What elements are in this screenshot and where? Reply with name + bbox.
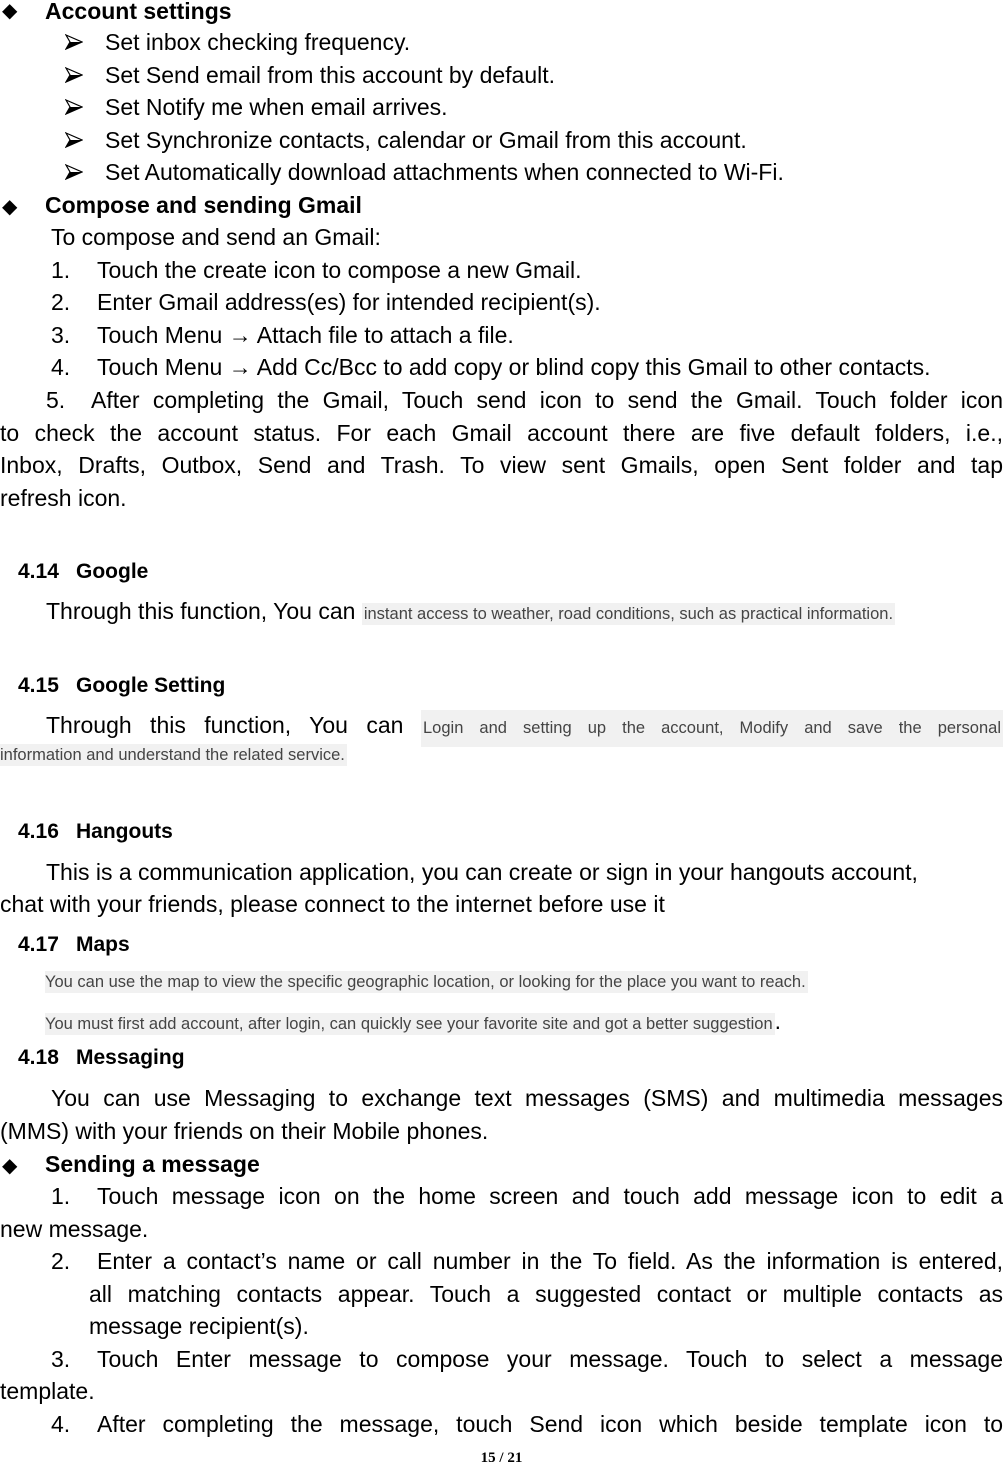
step-number: 4.: [51, 1411, 71, 1437]
compose-intro: To compose and send an Gmail:: [51, 224, 381, 250]
step-number: 1.: [51, 1183, 71, 1209]
section-number: 4.16: [18, 820, 59, 843]
step-text: all matching contacts appear. Touch a su…: [89, 1281, 1003, 1307]
step-text: Inbox, Drafts, Outbox, Send and Trash. T…: [0, 452, 1003, 478]
google-setting-highlight: Login and setting up the account, Modify…: [421, 710, 1003, 747]
compose-heading: Compose and sending Gmail: [45, 192, 362, 218]
messaging-text: You can use Messaging to exchange text m…: [51, 1085, 1003, 1111]
maps-highlight: You must first add account, after login,…: [45, 1013, 775, 1035]
arrow-bullet-icon: [64, 98, 84, 120]
sending-heading: Sending a message: [45, 1151, 260, 1177]
section-title: Hangouts: [76, 820, 173, 843]
google-setting-description-line1: Through this function, You can Login and…: [46, 709, 1003, 747]
step-number: 3.: [51, 1346, 71, 1372]
step-text: Touch Menu → Add Cc/Bcc to add copy or b…: [97, 354, 931, 380]
section-number: 4.18: [18, 1046, 59, 1069]
step-text: to check the account status. For each Gm…: [0, 420, 1003, 446]
diamond-bullet-icon: ◆: [2, 0, 18, 22]
section-number: 4.17: [18, 933, 59, 956]
step-text: Touch the create icon to compose a new G…: [97, 257, 582, 283]
google-highlight: instant access to weather, road conditio…: [361, 603, 896, 625]
step-number: 2.: [51, 289, 71, 315]
arrow-bullet-icon: [64, 66, 84, 88]
messaging-text: (MMS) with your friends on their Mobile …: [0, 1118, 489, 1144]
google-setting-description-line2: information and understand the related s…: [0, 744, 347, 766]
step-text: Touch Menu → Attach file to attach a fil…: [97, 322, 514, 348]
step-number: 4.: [51, 354, 71, 380]
section-title: Google: [76, 560, 149, 583]
maps-highlight: You can use the map to view the specific…: [45, 971, 808, 993]
step-text: message recipient(s).: [89, 1313, 309, 1339]
maps-text-line2: You must first add account, after login,…: [45, 1008, 781, 1035]
hangouts-text: chat with your friends, please connect t…: [0, 891, 665, 917]
step-text: After completing the Gmail, Touch send i…: [91, 387, 1003, 413]
list-item: Set Synchronize contacts, calendar or Gm…: [105, 127, 747, 153]
google-lead: Through this function, You can: [46, 598, 356, 624]
step-text: refresh icon.: [0, 485, 127, 511]
maps-text-line1: You can use the map to view the specific…: [45, 971, 808, 993]
section-title: Maps: [76, 933, 130, 956]
section-number: 4.15: [18, 674, 59, 697]
step-number: 3.: [51, 322, 71, 348]
page-number: 15 / 21: [480, 1450, 523, 1466]
step-text: After completing the message, touch Send…: [97, 1411, 1003, 1437]
diamond-bullet-icon: ◆: [2, 1155, 18, 1177]
step-text: new message.: [0, 1216, 149, 1242]
step-text: Enter Gmail address(es) for intended rec…: [97, 289, 601, 315]
google-setting-lead: Through this function, You can: [46, 712, 404, 738]
step-text: Touch Enter message to compose your mess…: [97, 1346, 1003, 1372]
hangouts-text: This is a communication application, you…: [46, 859, 918, 885]
step-text: template.: [0, 1378, 95, 1404]
maps-period: .: [774, 1008, 782, 1034]
step-text: Touch message icon on the home screen an…: [97, 1183, 1003, 1209]
list-item: Set Send email from this account by defa…: [105, 62, 556, 88]
section-title: Google Setting: [76, 674, 226, 697]
step-number: 1.: [51, 257, 71, 283]
section-title: Messaging: [76, 1046, 185, 1069]
step-number: 2.: [51, 1248, 71, 1274]
account-settings-heading: Account settings: [45, 0, 232, 24]
diamond-bullet-icon: ◆: [2, 196, 18, 218]
section-number: 4.14: [18, 560, 59, 583]
step-number: 5.: [46, 387, 66, 413]
google-setting-highlight-cont: information and understand the related s…: [0, 744, 347, 766]
arrow-bullet-icon: [64, 131, 84, 153]
list-item: Set inbox checking frequency.: [105, 29, 411, 55]
list-item: Set Notify me when email arrives.: [105, 94, 448, 120]
list-item: Set Automatically download attachments w…: [105, 159, 784, 185]
arrow-bullet-icon: [64, 33, 84, 55]
arrow-bullet-icon: [64, 163, 84, 185]
step-text: Enter a contact’s name or call number in…: [97, 1248, 1003, 1274]
google-description: Through this function, You can instant a…: [46, 595, 896, 631]
